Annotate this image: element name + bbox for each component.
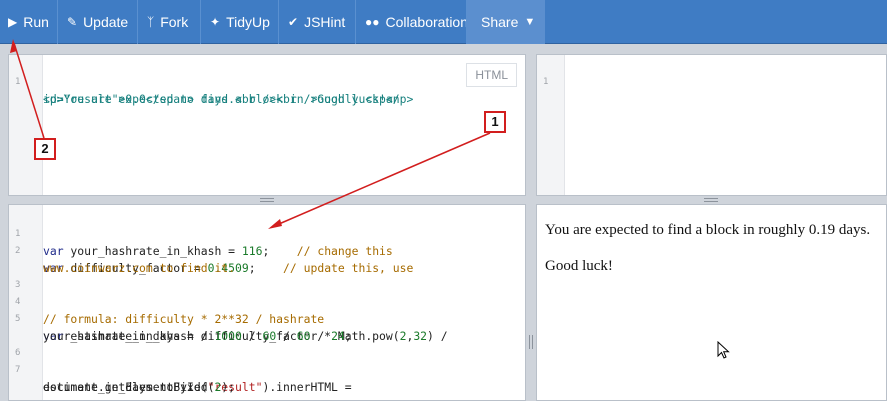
code-line: 1 <p>You are expected to find a block in… [9, 57, 525, 106]
resize-handle[interactable] [704, 198, 718, 202]
pencil-icon: ✎ [67, 15, 78, 29]
code-line: id="result">0.0</span> days.<br /><br />… [9, 74, 525, 106]
result-output: You are expected to find a block in roug… [545, 221, 870, 275]
code-line: your_hashrate_in_khash / 1000 / 60 / 60 … [9, 311, 525, 343]
code-line: 4 // formula: difficulty * 2**32 / hashr… [9, 277, 525, 326]
play-icon: ▶ [8, 15, 18, 29]
run-button[interactable]: ▶ Run [8, 0, 49, 44]
tidyup-button[interactable]: ✦ TidyUp [210, 0, 270, 44]
code-line: 1 var your_hashrate_in_khash = 116; // c… [9, 209, 525, 258]
toolbar-divider [355, 0, 356, 44]
result-panel[interactable]: You are expected to find a block in roug… [536, 204, 887, 401]
update-button[interactable]: ✎ Update [67, 0, 128, 44]
fork-icon: ᛉ [147, 15, 155, 29]
html-editor[interactable]: 1 <p>You are expected to find a block in… [8, 54, 526, 196]
result-line: You are expected to find a block in roug… [545, 222, 871, 238]
code-line: 7 document.getElementById("result").inne… [9, 345, 525, 394]
code-text: id="result">0.0</span> days.<br /><br />… [43, 92, 414, 106]
share-label: Share [481, 14, 519, 30]
annotation-callout-2: 2 [34, 138, 56, 160]
code-text: ).innerHTML = [262, 380, 352, 394]
tidyup-label: TidyUp [226, 14, 270, 30]
code-text: estimate_in_days.toFixed( [43, 380, 215, 394]
toolbar: ▶ Run ✎ Update ᛉ Fork ✦ TidyUp ✔ JSHint … [0, 0, 887, 44]
caret-down-icon: ▼ [524, 16, 536, 28]
toolbar-divider [137, 0, 138, 44]
code-line: 2 var difficulty_factor = 0.4509; // upd… [9, 226, 525, 275]
code-line: www.coinwarz.com to find it. [9, 243, 525, 275]
mouse-cursor-icon [717, 341, 730, 359]
code-line: 3 [9, 260, 525, 290]
jshint-label: JSHint [304, 14, 346, 30]
code-line: estimate_in_days.toFixed(2); [9, 362, 525, 394]
resize-handle[interactable] [260, 198, 274, 202]
toolbar-divider [278, 0, 279, 44]
js-editor[interactable]: 1 var your_hashrate_in_khash = 116; // c… [8, 204, 526, 401]
code-text: ); [221, 380, 236, 394]
css-editor[interactable]: 1 [536, 54, 887, 196]
users-icon: ●● [365, 15, 380, 29]
run-label: Run [23, 14, 49, 30]
annotation-callout-1: 1 [484, 111, 506, 133]
resize-handle[interactable] [529, 335, 533, 349]
language-badge: HTML [466, 63, 517, 87]
fork-button[interactable]: ᛉ Fork [147, 0, 188, 44]
result-line: Good luck! [545, 258, 613, 274]
checkmark-icon: ✔ [288, 15, 299, 29]
magic-wand-icon: ✦ [210, 15, 221, 29]
fork-label: Fork [160, 14, 189, 30]
code-line: 1 [537, 57, 886, 87]
code-line: 5 var estimate_in_days = difficulty_fact… [9, 294, 525, 343]
share-button[interactable]: Share ▼ [467, 0, 545, 44]
collaboration-button[interactable]: ●● Collaboration [365, 0, 468, 44]
code-line: 6 [9, 328, 525, 358]
toolbar-divider [200, 0, 201, 44]
line-number: 1 [543, 77, 549, 87]
jshint-button[interactable]: ✔ JSHint [288, 0, 345, 44]
collaboration-label: Collaboration [385, 14, 469, 30]
toolbar-divider [57, 0, 58, 44]
update-label: Update [83, 14, 129, 30]
